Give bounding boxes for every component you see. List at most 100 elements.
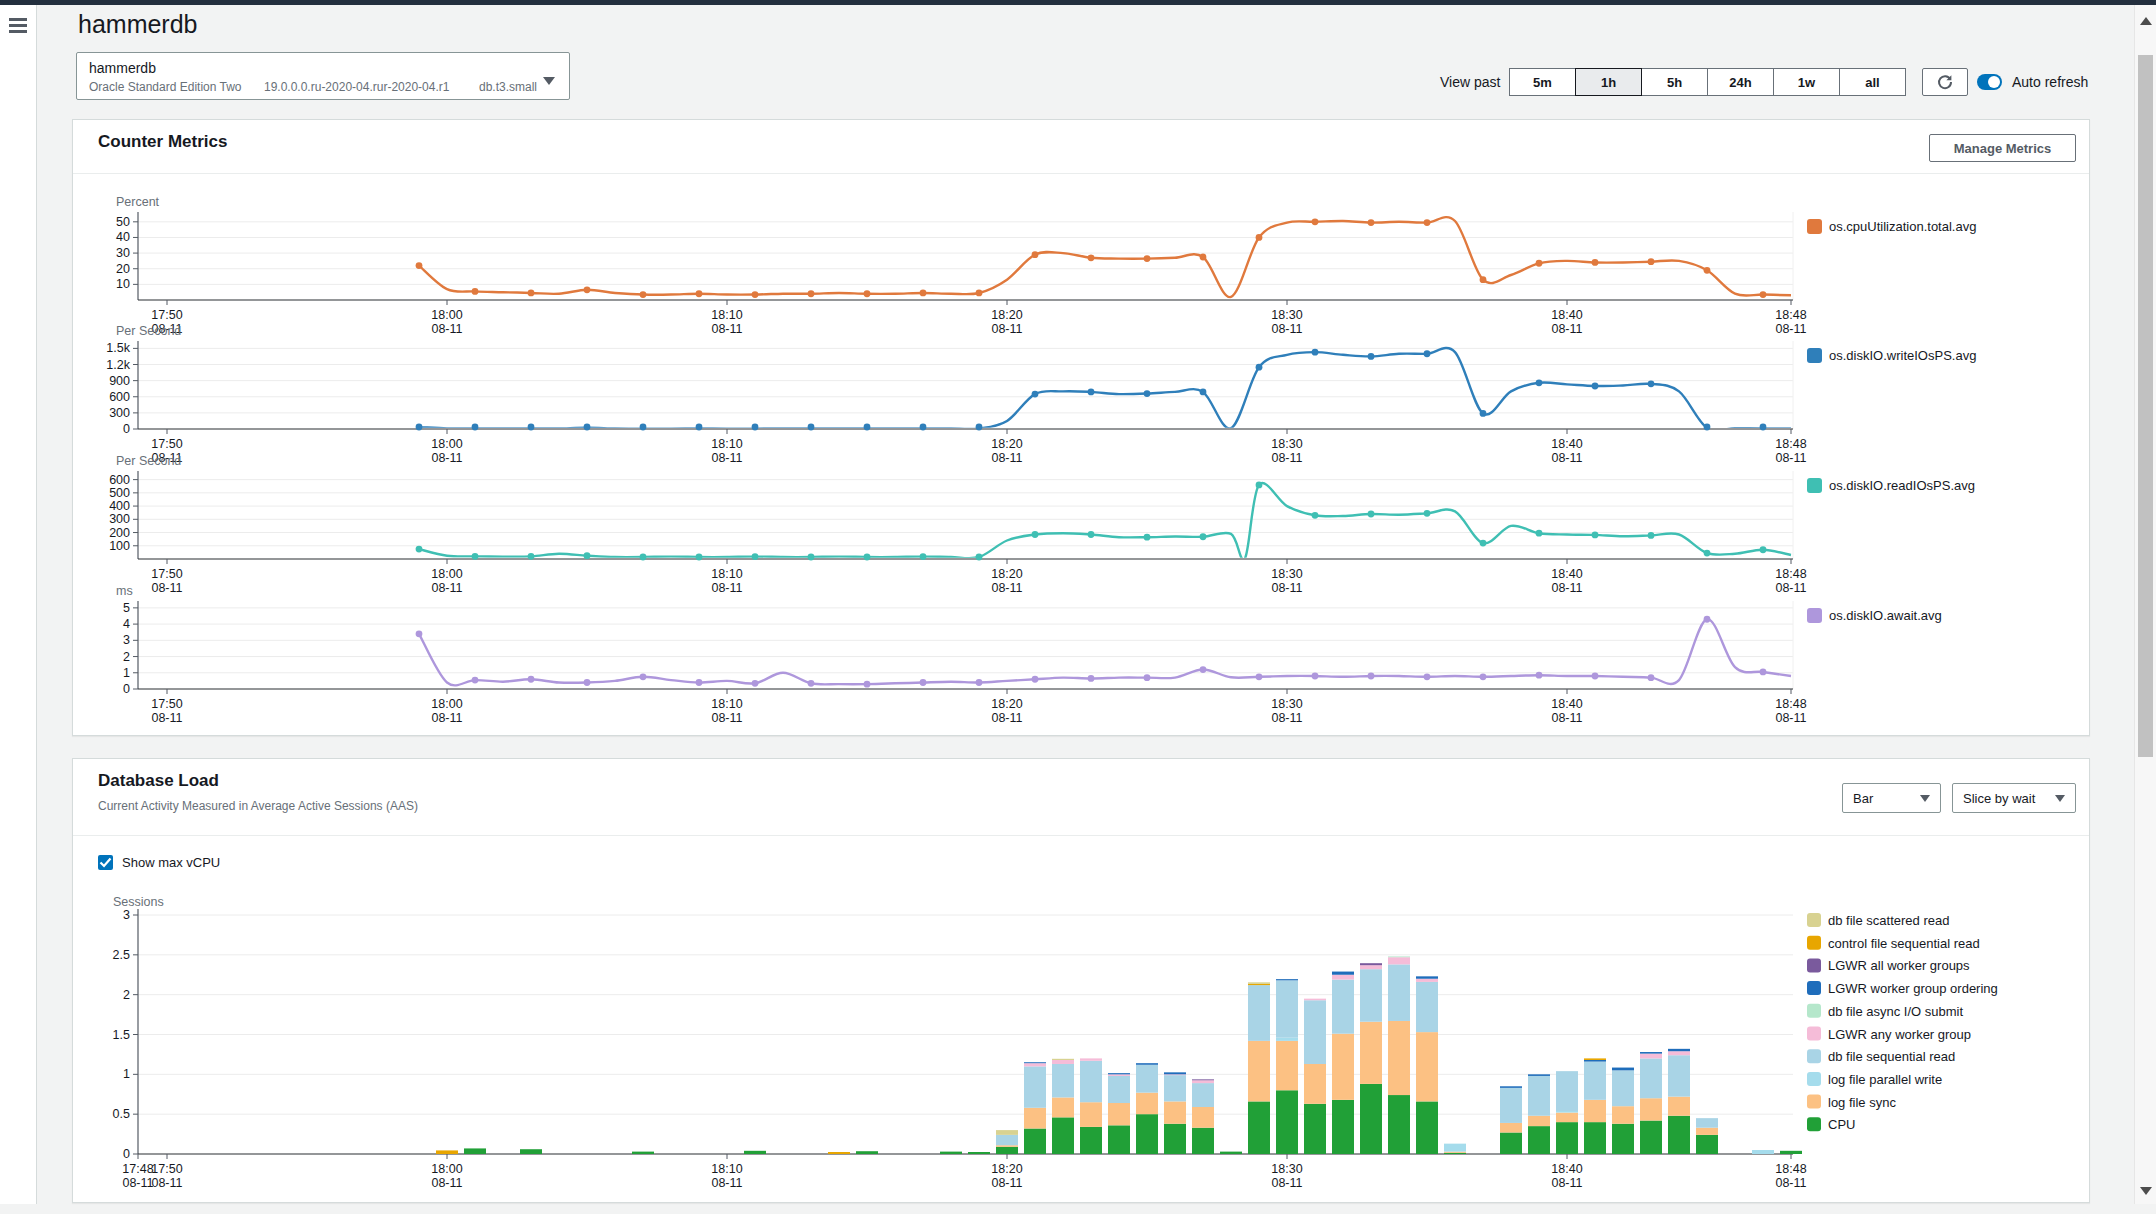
svg-text:2.5: 2.5 [113, 948, 130, 962]
database-load-subtitle: Current Activity Measured in Average Act… [98, 799, 418, 813]
svg-text:08-11: 08-11 [991, 711, 1022, 725]
svg-text:18:00: 18:00 [431, 437, 462, 451]
svg-text:1.5: 1.5 [113, 1028, 130, 1042]
legend-item: db file sequential read [1807, 1049, 1955, 1064]
svg-text:18:10: 18:10 [711, 308, 742, 322]
legend-item: log file sync [1807, 1095, 1896, 1110]
manage-metrics-button[interactable]: Manage Metrics [1929, 134, 2076, 162]
svg-text:db file scattered read: db file scattered read [1828, 913, 1949, 928]
svg-text:40: 40 [116, 230, 130, 244]
svg-text:18:10: 18:10 [711, 437, 742, 451]
svg-text:18:30: 18:30 [1271, 697, 1302, 711]
svg-text:18:30: 18:30 [1271, 1162, 1302, 1176]
svg-text:18:00: 18:00 [431, 697, 462, 711]
chart-type-dropdown[interactable]: Bar [1842, 783, 1941, 813]
show-max-vcpu-row: Show max vCPU [98, 855, 220, 870]
svg-text:08-11: 08-11 [1775, 711, 1806, 725]
svg-text:08-11: 08-11 [122, 1176, 153, 1190]
svg-text:08-11: 08-11 [1271, 1176, 1302, 1190]
show-max-vcpu-checkbox[interactable] [98, 855, 113, 870]
svg-text:18:30: 18:30 [1271, 437, 1302, 451]
time-range-group: 5m 1h 5h 24h 1w all [1509, 68, 1906, 96]
svg-text:2: 2 [123, 650, 130, 664]
range-button-24h[interactable]: 24h [1707, 68, 1774, 96]
svg-text:db file sequential read: db file sequential read [1828, 1049, 1955, 1064]
svg-text:18:48: 18:48 [1775, 437, 1806, 451]
svg-text:18:48: 18:48 [1775, 1162, 1806, 1176]
legend-item: log file parallel write [1807, 1072, 1942, 1087]
refresh-icon [1936, 73, 1954, 91]
scrollbar-thumb[interactable] [2138, 55, 2153, 757]
svg-text:08-11: 08-11 [1551, 322, 1582, 336]
svg-text:18:10: 18:10 [711, 567, 742, 581]
range-button-1w[interactable]: 1w [1773, 68, 1840, 96]
scroll-up-arrow-icon[interactable] [2140, 17, 2152, 25]
svg-text:0.5: 0.5 [113, 1107, 130, 1121]
counter-metrics-title: Counter Metrics [98, 132, 227, 152]
svg-text:08-11: 08-11 [711, 1176, 742, 1190]
vertical-scrollbar[interactable] [2134, 5, 2156, 1204]
instance-version: 19.0.0.0.ru-2020-04.rur-2020-04.r1 [264, 80, 449, 94]
auto-refresh-toggle[interactable] [1977, 74, 2002, 90]
svg-text:Percent: Percent [116, 195, 160, 209]
svg-text:18:00: 18:00 [431, 567, 462, 581]
svg-text:18:48: 18:48 [1775, 697, 1806, 711]
svg-text:08-11: 08-11 [711, 711, 742, 725]
svg-text:08-11: 08-11 [711, 581, 742, 595]
instance-engine: Oracle Standard Edition Two [89, 80, 242, 94]
svg-text:3: 3 [123, 633, 130, 647]
svg-text:17:50: 17:50 [151, 697, 182, 711]
svg-text:08-11: 08-11 [1271, 711, 1302, 725]
svg-text:20: 20 [116, 262, 130, 276]
svg-text:os.diskIO.writeIOsPS.avg: os.diskIO.writeIOsPS.avg [1829, 348, 1976, 363]
svg-text:900: 900 [109, 374, 130, 388]
view-past-label: View past [1440, 74, 1500, 90]
svg-text:08-11: 08-11 [151, 711, 182, 725]
svg-text:200: 200 [109, 526, 130, 540]
svg-text:08-11: 08-11 [991, 1176, 1022, 1190]
svg-text:17:50: 17:50 [151, 567, 182, 581]
svg-text:log file parallel write: log file parallel write [1828, 1072, 1942, 1087]
left-sidebar [0, 5, 37, 1204]
svg-text:08-11: 08-11 [431, 581, 462, 595]
slice-by-dropdown[interactable]: Slice by wait [1952, 783, 2076, 813]
range-button-5m[interactable]: 5m [1509, 68, 1576, 96]
svg-text:18:40: 18:40 [1551, 437, 1582, 451]
top-navigation-bar [0, 0, 2156, 5]
range-button-1h[interactable]: 1h [1575, 68, 1642, 96]
svg-text:5: 5 [123, 601, 130, 615]
instance-selector-dropdown[interactable]: hammerdb Oracle Standard Edition Two 19.… [76, 52, 570, 100]
svg-text:600: 600 [109, 390, 130, 404]
svg-text:100: 100 [109, 539, 130, 553]
svg-text:17:48: 17:48 [122, 1162, 153, 1176]
legend-item: db file scattered read [1807, 913, 1949, 928]
svg-text:os.diskIO.readIOsPS.avg: os.diskIO.readIOsPS.avg [1829, 478, 1975, 493]
svg-text:08-11: 08-11 [991, 322, 1022, 336]
svg-text:08-11: 08-11 [151, 581, 182, 595]
svg-text:08-11: 08-11 [431, 711, 462, 725]
svg-text:08-11: 08-11 [1775, 322, 1806, 336]
svg-text:18:40: 18:40 [1551, 697, 1582, 711]
svg-text:1: 1 [123, 666, 130, 680]
svg-text:18:20: 18:20 [991, 437, 1022, 451]
svg-text:08-11: 08-11 [711, 322, 742, 336]
svg-text:18:20: 18:20 [991, 1162, 1022, 1176]
refresh-button[interactable] [1922, 68, 1968, 96]
svg-text:08-11: 08-11 [711, 451, 742, 465]
svg-text:400: 400 [109, 499, 130, 513]
range-button-all[interactable]: all [1839, 68, 1906, 96]
svg-text:08-11: 08-11 [1271, 322, 1302, 336]
svg-text:0: 0 [123, 422, 130, 436]
hamburger-menu-icon[interactable] [9, 18, 27, 33]
svg-text:18:20: 18:20 [991, 697, 1022, 711]
svg-text:10: 10 [116, 277, 130, 291]
instance-class: db.t3.small [479, 80, 537, 94]
svg-text:1.2k: 1.2k [106, 358, 130, 372]
svg-text:18:40: 18:40 [1551, 567, 1582, 581]
svg-text:18:10: 18:10 [711, 1162, 742, 1176]
performance-insights-page: hammerdb hammerdb Oracle Standard Editio… [0, 0, 2156, 1214]
scroll-down-arrow-icon[interactable] [2140, 1187, 2152, 1195]
svg-text:08-11: 08-11 [991, 451, 1022, 465]
range-button-5h[interactable]: 5h [1641, 68, 1708, 96]
divider [73, 835, 2089, 836]
